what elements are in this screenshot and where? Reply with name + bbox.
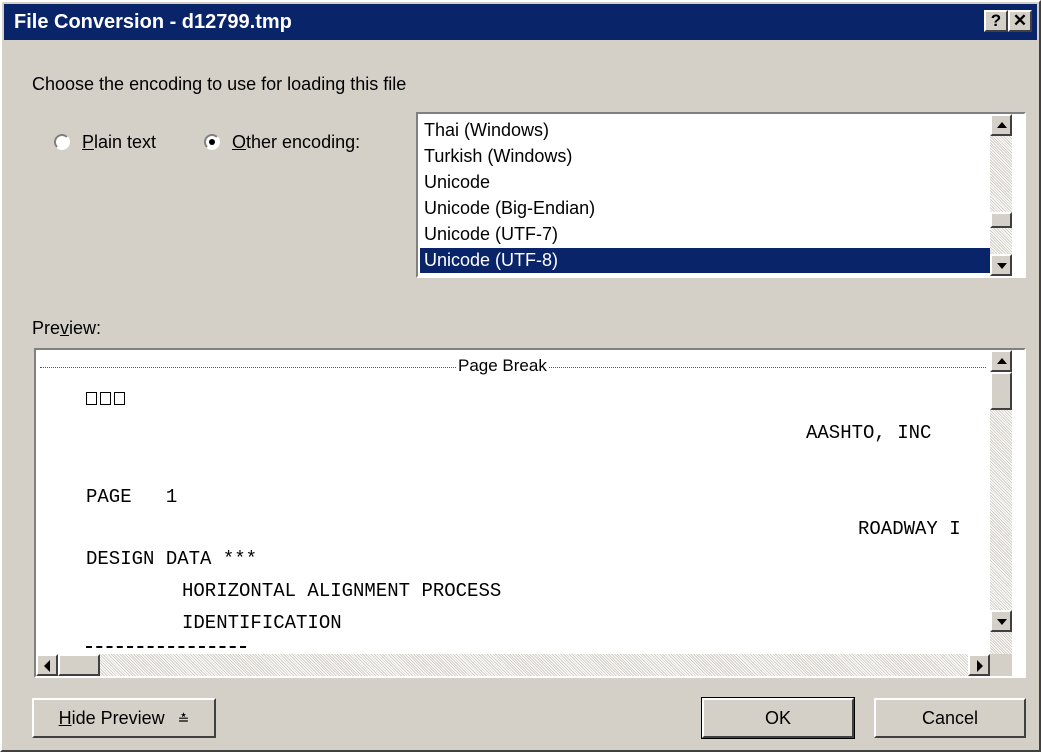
help-icon: ? — [990, 11, 1002, 30]
title-bar[interactable]: File Conversion - d12799.tmp ? ✕ — [4, 4, 1037, 40]
arrow-right-icon — [977, 660, 983, 672]
arrow-up-icon — [997, 358, 1007, 364]
encoding-listbox[interactable]: Thai (Windows) Turkish (Windows) Unicode Un… — [416, 112, 1026, 278]
preview-vertical-thumb[interactable] — [990, 372, 1012, 410]
encoding-scroll-down-button[interactable] — [990, 254, 1012, 276]
preview-line: DESIGN DATA *** — [86, 548, 258, 570]
encoding-option[interactable]: Thai (Windows) — [422, 118, 553, 143]
encoding-option[interactable]: Unicode (UTF-8) — [420, 248, 990, 273]
file-conversion-dialog: File Conversion - d12799.tmp ? ✕ Choose … — [0, 0, 1041, 752]
encoding-list: Thai (Windows) Turkish (Windows) Unicode Un… — [418, 114, 990, 276]
preview-vertical-scrollbar[interactable] — [990, 350, 1012, 654]
other-encoding-radio-circle[interactable] — [204, 134, 220, 150]
encoding-option[interactable]: Unicode (Big-Endian) — [422, 196, 599, 221]
arrow-down-icon — [997, 619, 1007, 625]
scrollbar-corner — [990, 654, 1012, 676]
encoding-option[interactable]: Unicode — [422, 170, 494, 195]
plain-text-label: Plain text — [82, 132, 157, 152]
encoding-option[interactable]: Unicode (UTF-7) — [422, 222, 562, 247]
preview-label: Preview: — [32, 318, 102, 338]
preview-scroll-left-button[interactable] — [36, 654, 58, 676]
preview-scroll-up-button[interactable] — [990, 350, 1012, 372]
help-button[interactable]: ? — [984, 10, 1008, 32]
preview-scroll-right-button[interactable] — [968, 654, 990, 676]
preview-line: HORIZONTAL ALIGNMENT PROCESS — [182, 580, 502, 602]
close-button[interactable]: ✕ — [1008, 10, 1032, 32]
preview-horizontal-scrollbar[interactable] — [36, 654, 990, 676]
ok-button[interactable]: OK — [701, 697, 855, 739]
encoding-scroll-up-button[interactable] — [990, 114, 1012, 136]
arrow-left-icon — [44, 660, 50, 672]
close-icon: ✕ — [1012, 11, 1028, 30]
preview-horizontal-thumb[interactable] — [58, 654, 100, 676]
preview-line: AASHTO, INC — [806, 422, 932, 444]
encoding-option[interactable]: Turkish (Windows) — [422, 144, 576, 169]
other-encoding-label: Other encoding: — [232, 132, 361, 152]
encoding-scrollbar[interactable] — [990, 114, 1012, 276]
preview-pane[interactable]: Page Break AASHTO, INC PAGE 1 ROADWAY I … — [34, 348, 1026, 678]
cancel-button[interactable]: Cancel — [874, 698, 1026, 738]
preview-glyph-boxes — [86, 388, 128, 410]
page-break-label: Page Break — [456, 356, 549, 376]
dialog-title: File Conversion - d12799.tmp — [14, 11, 292, 33]
plain-text-radio[interactable]: Plain text — [52, 130, 192, 154]
preview-line: IDENTIFICATION — [182, 612, 342, 634]
arrow-down-icon — [997, 263, 1007, 269]
preview-content: Page Break AASHTO, INC PAGE 1 ROADWAY I … — [36, 350, 990, 654]
encoding-prompt: Choose the encoding to use for loading t… — [32, 74, 407, 94]
collapse-arrow-icon: ≛ — [177, 711, 190, 727]
arrow-up-icon — [997, 122, 1007, 128]
preview-cutoff-text — [86, 646, 246, 648]
preview-scroll-down-button[interactable] — [990, 610, 1012, 632]
preview-line: ROADWAY I — [858, 518, 961, 540]
preview-line: PAGE 1 — [86, 486, 178, 508]
encoding-scroll-thumb[interactable] — [990, 212, 1012, 228]
other-encoding-radio[interactable]: Other encoding: — [202, 130, 402, 154]
hide-preview-button[interactable]: Hide Preview ≛ — [32, 698, 216, 738]
plain-text-radio-circle[interactable] — [54, 134, 70, 150]
